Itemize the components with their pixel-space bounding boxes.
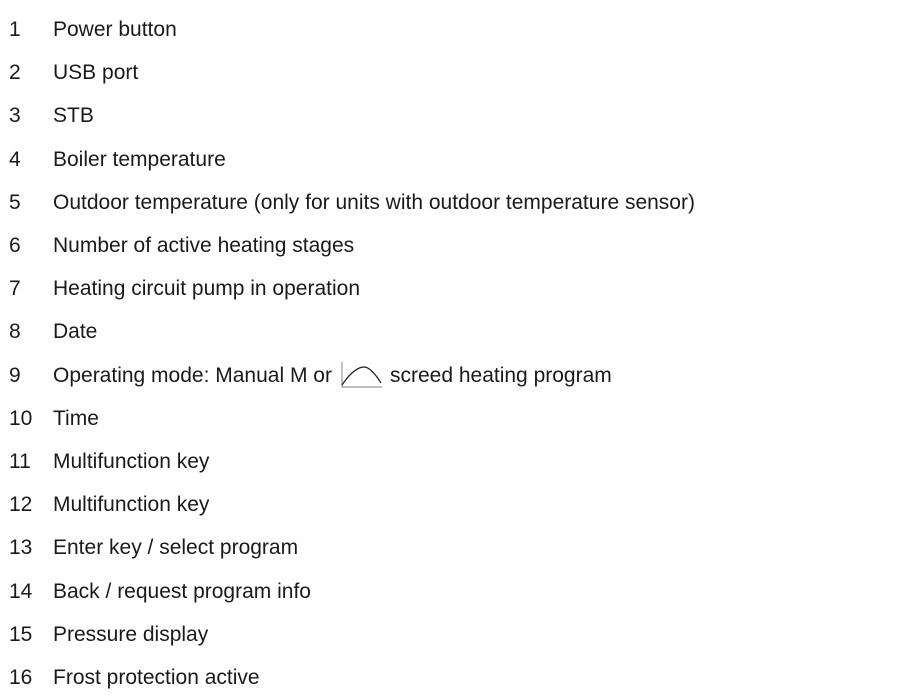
item-text: Pressure display bbox=[53, 622, 209, 646]
item-text: STB bbox=[53, 104, 94, 128]
item-number: 13 bbox=[9, 536, 33, 560]
item-text: Back / request program info bbox=[53, 579, 311, 603]
item-text: Number of active heating stages bbox=[53, 234, 355, 258]
item-number: 10 bbox=[9, 406, 33, 430]
item-number: 2 bbox=[9, 61, 21, 85]
item-text: Frost protection active bbox=[53, 665, 260, 689]
legend-item-14: 14 Back / request program info bbox=[0, 569, 913, 612]
item-text: Heating circuit pump in operation bbox=[53, 277, 361, 301]
legend-item-1: 1 Power button bbox=[0, 8, 913, 51]
legend-item-4: 4 Boiler temperature bbox=[0, 138, 913, 181]
item-text-before-icon: Operating mode: Manual M or bbox=[53, 363, 332, 387]
legend-item-13: 13 Enter key / select program bbox=[0, 526, 913, 569]
item-text-after-icon: screed heating program bbox=[389, 363, 612, 387]
item-text: Date bbox=[53, 320, 98, 344]
item-number: 8 bbox=[9, 320, 21, 344]
item-number: 1 bbox=[9, 18, 21, 42]
legend-item-7: 7 Heating circuit pump in operation bbox=[0, 267, 913, 310]
item-text: Multifunction key bbox=[53, 493, 210, 517]
item-number: 11 bbox=[9, 449, 31, 473]
legend-item-11: 11 Multifunction key bbox=[0, 440, 913, 483]
item-number: 4 bbox=[9, 147, 21, 171]
item-number: 6 bbox=[9, 234, 21, 258]
legend-list: 1 Power button 2 USB port 3 STB 4 Boiler… bbox=[0, 8, 913, 699]
item-number: 5 bbox=[9, 190, 21, 214]
item-text: Time bbox=[53, 406, 99, 430]
item-text: USB port bbox=[53, 61, 139, 85]
item-number: 14 bbox=[9, 579, 33, 603]
screed-heating-curve-icon bbox=[341, 362, 382, 388]
legend-item-8: 8 Date bbox=[0, 310, 913, 353]
legend-item-16: 16 Frost protection active bbox=[0, 656, 913, 699]
item-number: 7 bbox=[9, 277, 21, 301]
legend-item-15: 15 Pressure display bbox=[0, 613, 913, 656]
item-text: Power button bbox=[53, 18, 177, 42]
legend-item-10: 10 Time bbox=[0, 397, 913, 440]
item-text: Outdoor temperature (only for units with… bbox=[53, 190, 695, 214]
item-number: 16 bbox=[9, 665, 33, 689]
item-number: 15 bbox=[9, 622, 33, 646]
item-text: Operating mode: Manual M or screed heati… bbox=[53, 361, 612, 389]
item-number: 9 bbox=[9, 363, 21, 387]
legend-item-12: 12 Multifunction key bbox=[0, 483, 913, 526]
item-text: Multifunction key bbox=[53, 449, 210, 473]
legend-item-3: 3 STB bbox=[0, 94, 913, 137]
legend-item-6: 6 Number of active heating stages bbox=[0, 224, 913, 267]
item-number: 12 bbox=[9, 493, 33, 517]
item-text: Enter key / select program bbox=[53, 536, 299, 560]
item-number: 3 bbox=[9, 104, 21, 128]
legend-item-5: 5 Outdoor temperature (only for units wi… bbox=[0, 181, 913, 224]
legend-item-9: 9 Operating mode: Manual M or screed hea… bbox=[0, 354, 913, 397]
item-text: Boiler temperature bbox=[53, 147, 226, 171]
legend-item-2: 2 USB port bbox=[0, 51, 913, 94]
